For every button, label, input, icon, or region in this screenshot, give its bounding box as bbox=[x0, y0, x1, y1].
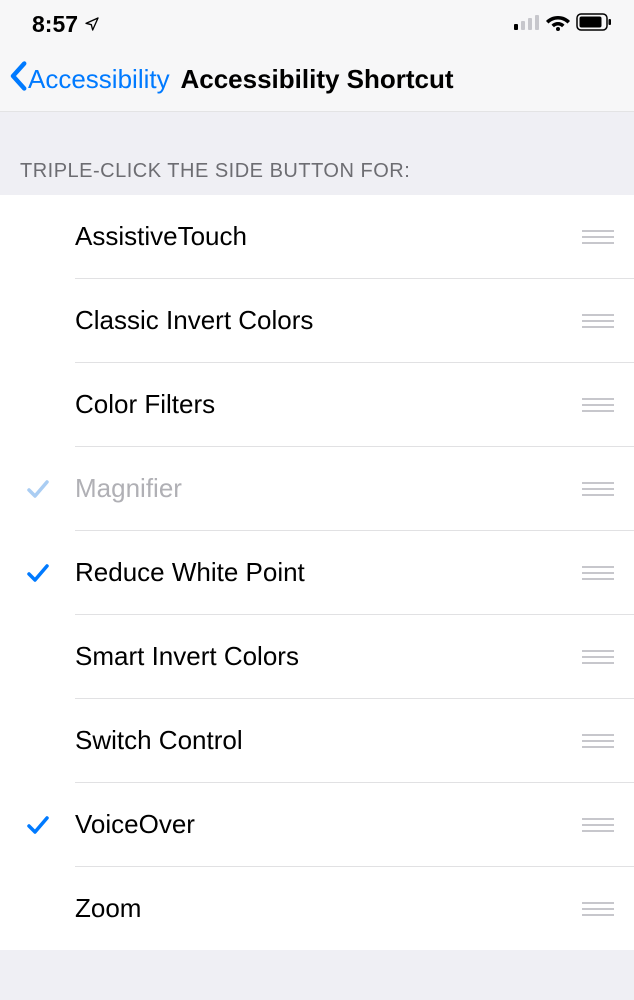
row-classic-invert-colors[interactable]: Classic Invert Colors bbox=[0, 279, 634, 362]
drag-handle-icon[interactable] bbox=[580, 734, 616, 748]
row-switch-control[interactable]: Switch Control bbox=[0, 699, 634, 782]
row-label: VoiceOver bbox=[75, 809, 580, 840]
drag-handle-icon[interactable] bbox=[580, 230, 616, 244]
back-button[interactable]: Accessibility bbox=[0, 61, 170, 98]
row-label: Zoom bbox=[75, 893, 580, 924]
drag-handle-icon[interactable] bbox=[580, 566, 616, 580]
drag-handle-icon[interactable] bbox=[580, 482, 616, 496]
shortcut-list: AssistiveTouch Classic Invert Colors Col… bbox=[0, 195, 634, 950]
row-smart-invert-colors[interactable]: Smart Invert Colors bbox=[0, 615, 634, 698]
checkmark-icon bbox=[26, 814, 50, 836]
row-label: Reduce White Point bbox=[75, 557, 580, 588]
back-label: Accessibility bbox=[28, 64, 170, 95]
drag-handle-icon[interactable] bbox=[580, 398, 616, 412]
section-header: TRIPLE-CLICK THE SIDE BUTTON FOR: bbox=[0, 112, 634, 195]
drag-handle-icon[interactable] bbox=[580, 314, 616, 328]
row-label: Magnifier bbox=[75, 473, 580, 504]
drag-handle-icon[interactable] bbox=[580, 818, 616, 832]
checkmark-icon bbox=[26, 478, 50, 500]
check-slot bbox=[0, 562, 75, 584]
row-label: Color Filters bbox=[75, 389, 580, 420]
row-zoom[interactable]: Zoom bbox=[0, 867, 634, 950]
row-label: Smart Invert Colors bbox=[75, 641, 580, 672]
checkmark-icon bbox=[26, 562, 50, 584]
row-voiceover[interactable]: VoiceOver bbox=[0, 783, 634, 866]
battery-icon bbox=[576, 13, 612, 36]
status-icons bbox=[514, 13, 612, 36]
chevron-left-icon bbox=[8, 61, 28, 98]
status-time: 8:57 bbox=[32, 11, 100, 38]
status-bar: 8:57 bbox=[0, 0, 634, 48]
row-color-filters[interactable]: Color Filters bbox=[0, 363, 634, 446]
check-slot bbox=[0, 478, 75, 500]
cellular-signal-icon bbox=[514, 14, 540, 35]
row-label: AssistiveTouch bbox=[75, 221, 580, 252]
page-title: Accessibility Shortcut bbox=[180, 64, 453, 95]
row-label: Switch Control bbox=[75, 725, 580, 756]
location-services-icon bbox=[84, 11, 100, 38]
drag-handle-icon[interactable] bbox=[580, 902, 616, 916]
time-text: 8:57 bbox=[32, 11, 78, 38]
row-label: Classic Invert Colors bbox=[75, 305, 580, 336]
wifi-icon bbox=[546, 13, 570, 36]
row-assistivetouch[interactable]: AssistiveTouch bbox=[0, 195, 634, 278]
nav-bar: Accessibility Accessibility Shortcut bbox=[0, 48, 634, 112]
row-magnifier[interactable]: Magnifier bbox=[0, 447, 634, 530]
row-reduce-white-point[interactable]: Reduce White Point bbox=[0, 531, 634, 614]
check-slot bbox=[0, 814, 75, 836]
drag-handle-icon[interactable] bbox=[580, 650, 616, 664]
